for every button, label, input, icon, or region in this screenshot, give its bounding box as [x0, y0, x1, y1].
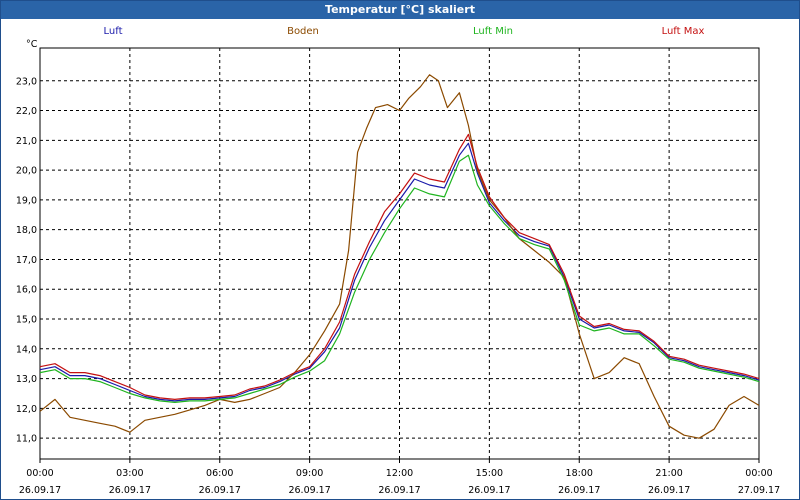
x-tick-time: 15:00: [476, 468, 503, 479]
y-tick-label: 15,0: [16, 315, 37, 326]
y-tick-label: 18,0: [16, 225, 37, 236]
x-tick-time: 00:00: [745, 468, 772, 479]
x-tick-time: 06:00: [206, 468, 233, 479]
x-tick-date: 26.09.17: [109, 485, 151, 496]
y-tick-label: 17,0: [16, 255, 37, 266]
y-tick-label: 23,0: [16, 76, 37, 87]
legend-entry: Luft: [104, 26, 123, 37]
x-tick-date: 26.09.17: [468, 485, 510, 496]
x-tick-date: 26.09.17: [648, 485, 690, 496]
y-tick-label: 12,0: [16, 404, 37, 415]
x-tick-date: 26.09.17: [558, 485, 600, 496]
x-tick-time: 21:00: [655, 468, 682, 479]
y-tick-label: 16,0: [16, 285, 37, 296]
x-tick-time: 12:00: [386, 468, 413, 479]
temperature-chart: 11,0 12,0 13,0 14,0 15,0 16,0 17,0 18,0 19,0 20,0…: [16, 26, 780, 496]
x-tick-date: 26.09.17: [378, 485, 420, 496]
x-tick-time: 03:00: [116, 468, 143, 479]
x-tick-date: 27.09.17: [738, 485, 780, 496]
series-line-boden: [39, 74, 760, 439]
x-tick-date: 26.09.17: [199, 485, 241, 496]
y-axis: 11,0 12,0 13,0 14,0 15,0 16,0 17,0 18,0 19,0 20,0…: [16, 76, 37, 444]
y-tick-label: 11,0: [16, 434, 37, 445]
y-tick-label: 20,0: [16, 166, 37, 177]
y-tick-label: 22,0: [16, 106, 37, 117]
x-tick-date: 26.09.17: [19, 485, 61, 496]
x-tick-date: 26.09.17: [288, 485, 330, 496]
y-tick-label: 13,0: [16, 374, 37, 385]
y-axis-unit: °C: [26, 39, 38, 50]
y-tick-label: 14,0: [16, 344, 37, 355]
legend-entry: Luft Min: [473, 26, 513, 37]
y-tick-label: 21,0: [16, 136, 37, 147]
legend-entry: Boden: [287, 26, 319, 37]
series-lines: [39, 74, 760, 439]
x-tick-time: 09:00: [296, 468, 323, 479]
x-tick-time: 18:00: [566, 468, 593, 479]
y-tick-label: 19,0: [16, 195, 37, 206]
legend: Luft Boden Luft Min Luft Max: [104, 26, 705, 37]
legend-entry: Luft Max: [662, 26, 705, 37]
x-tick-time: 00:00: [26, 468, 53, 479]
x-axis: 00:00 26.09.17 03:00 26.09.17 06:00 26.09.17 0…: [19, 459, 780, 496]
